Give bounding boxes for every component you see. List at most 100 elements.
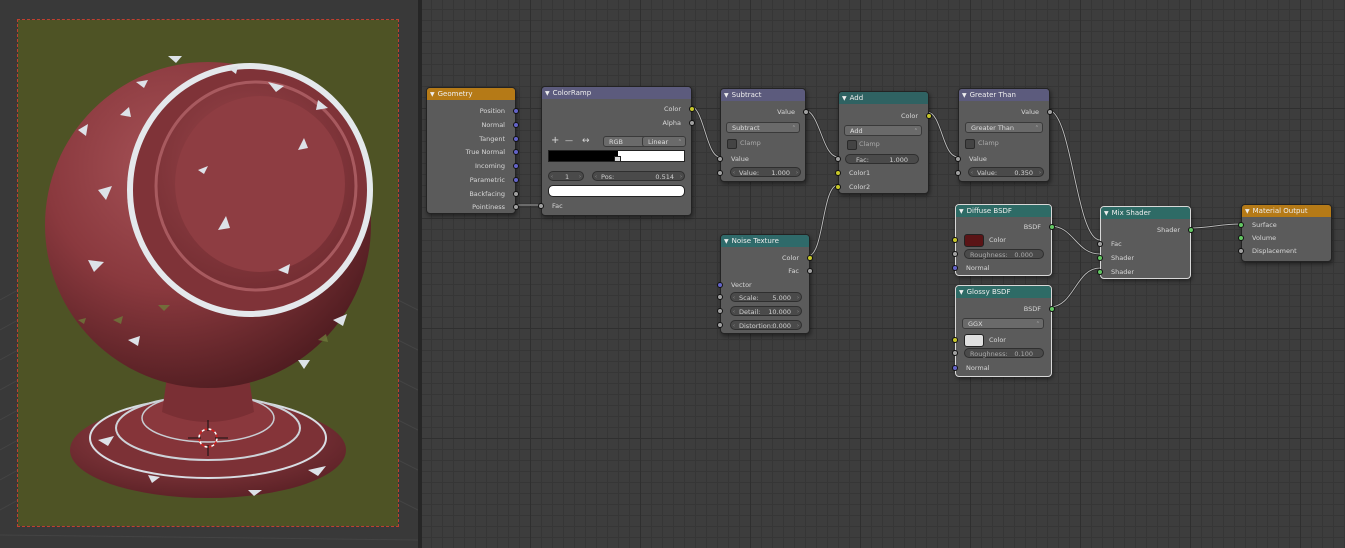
left-arrow-icon[interactable]: ‹ — [971, 168, 973, 178]
left-arrow-icon[interactable]: ‹ — [733, 321, 735, 331]
socket-color1-in[interactable] — [835, 170, 841, 176]
collapse-icon[interactable]: ▼ — [962, 90, 967, 101]
socket-normal[interactable] — [513, 122, 519, 128]
node-header[interactable]: ▼ Geometry — [427, 88, 515, 100]
node-editor[interactable]: ▼ Geometry Position Normal Tangent True N… — [422, 0, 1345, 548]
socket-value2-in[interactable] — [717, 170, 723, 176]
operation-dropdown[interactable]: Subtract ⌃ — [726, 122, 800, 133]
left-arrow-icon[interactable]: ‹ — [595, 172, 597, 182]
interpolation-dropdown[interactable]: Linear ⌃ — [642, 136, 686, 147]
collapse-icon[interactable]: ▼ — [724, 236, 729, 247]
node-header[interactable]: ▼ Mix Shader — [1101, 207, 1190, 219]
socket-shader-out[interactable] — [1188, 227, 1194, 233]
socket-roughness-in[interactable] — [952, 350, 958, 356]
socket-alpha-out[interactable] — [689, 120, 695, 126]
value-field[interactable]: ‹ Value: 0.350 › — [968, 167, 1044, 177]
socket-roughness-in[interactable] — [952, 251, 958, 257]
right-arrow-icon[interactable]: › — [797, 321, 799, 331]
socket-bsdf-out[interactable] — [1049, 306, 1055, 312]
scale-field[interactable]: ‹ Scale: 5.000 › — [730, 292, 802, 302]
left-arrow-icon[interactable]: ‹ — [551, 172, 553, 182]
socket-normal-in[interactable] — [952, 265, 958, 271]
clamp-checkbox[interactable] — [727, 139, 737, 149]
noise-texture-node[interactable]: ▼ Noise Texture Color Fac Vector ‹ Scale:… — [717, 234, 813, 334]
mix-shader-node[interactable]: ▼ Mix Shader Shader Fac Shader Shader — [1097, 206, 1194, 279]
socket-incoming[interactable] — [513, 163, 519, 169]
flip-ramp-button[interactable]: ↔ — [582, 135, 590, 147]
socket-scale-in[interactable] — [717, 294, 723, 300]
socket-vector-in[interactable] — [717, 282, 723, 288]
remove-stop-button[interactable]: — — [565, 135, 573, 147]
right-arrow-icon[interactable]: › — [797, 293, 799, 303]
value-field[interactable]: ‹ Value: 1.000 › — [730, 167, 801, 177]
fac-field[interactable]: Fac: 1.000 — [845, 154, 919, 164]
socket-true-normal[interactable] — [513, 149, 519, 155]
operation-dropdown[interactable]: Greater Than ⌃ — [965, 122, 1043, 133]
left-arrow-icon[interactable]: ‹ — [733, 168, 735, 178]
node-header[interactable]: ▼ ColorRamp — [542, 87, 691, 99]
socket-color-in[interactable] — [952, 337, 958, 343]
socket-fac-out[interactable] — [807, 268, 813, 274]
node-header[interactable]: ▼ Diffuse BSDF — [956, 205, 1051, 217]
socket-value-in[interactable] — [955, 156, 961, 162]
node-header[interactable]: ▼ Glossy BSDF — [956, 286, 1051, 298]
socket-volume-in[interactable] — [1238, 235, 1244, 241]
distortion-field[interactable]: ‹ Distortion: 0.000 › — [730, 320, 802, 330]
geometry-node[interactable]: ▼ Geometry Position Normal Tangent True N… — [426, 87, 519, 214]
socket-detail-in[interactable] — [717, 308, 723, 314]
socket-value2-in[interactable] — [955, 170, 961, 176]
node-header[interactable]: ▼ Add — [839, 92, 928, 104]
right-arrow-icon[interactable]: › — [680, 172, 682, 182]
socket-shader1-in[interactable] — [1097, 255, 1103, 261]
collapse-icon[interactable]: ▼ — [545, 88, 550, 99]
socket-color-in[interactable] — [952, 237, 958, 243]
socket-color-out[interactable] — [807, 255, 813, 261]
colorramp-node[interactable]: ▼ColorRamp Color Alpha + — ↔ RGB ⌃ Linear… — [538, 86, 695, 216]
node-header[interactable]: ▼ Greater Than — [959, 89, 1049, 101]
collapse-icon[interactable]: ▼ — [1245, 206, 1250, 217]
color-ramp-bar[interactable] — [548, 150, 685, 162]
left-arrow-icon[interactable]: ‹ — [733, 307, 735, 317]
socket-surface-in[interactable] — [1238, 222, 1244, 228]
collapse-icon[interactable]: ▼ — [430, 89, 435, 100]
socket-distortion-in[interactable] — [717, 322, 723, 328]
clamp-checkbox[interactable] — [965, 139, 975, 149]
collapse-icon[interactable]: ▼ — [842, 93, 847, 104]
collapse-icon[interactable]: ▼ — [959, 287, 964, 298]
socket-shader2-in[interactable] — [1097, 269, 1103, 275]
right-arrow-icon[interactable]: › — [579, 172, 581, 182]
color-swatch[interactable] — [964, 234, 984, 247]
socket-color-out[interactable] — [926, 113, 932, 119]
socket-value-out[interactable] — [1047, 109, 1053, 115]
socket-bsdf-out[interactable] — [1049, 224, 1055, 230]
node-header[interactable]: ▼ Noise Texture — [721, 235, 809, 247]
roughness-field[interactable]: Roughness: 0.000 — [964, 249, 1044, 259]
right-arrow-icon[interactable]: › — [797, 307, 799, 317]
collapse-icon[interactable]: ▼ — [724, 90, 729, 101]
color-swatch[interactable] — [964, 334, 984, 347]
greater-than-node[interactable]: ▼ Greater Than Value Greater Than ⌃ Clamp … — [955, 88, 1053, 182]
left-arrow-icon[interactable]: ‹ — [733, 293, 735, 303]
stop-color-swatch[interactable] — [548, 185, 685, 197]
3d-viewport[interactable] — [0, 0, 418, 548]
socket-fac-in[interactable] — [835, 156, 841, 162]
subtract-node[interactable]: ▼ Subtract Value Subtract ⌃ Clamp Value ‹ … — [717, 88, 809, 182]
detail-field[interactable]: ‹ Detail: 10.000 › — [730, 306, 802, 316]
clamp-checkbox[interactable] — [847, 140, 857, 150]
ramp-stop-handle[interactable] — [614, 156, 621, 162]
collapse-icon[interactable]: ▼ — [959, 206, 964, 217]
material-output-node[interactable]: ▼ Material Output Surface Volume Displace… — [1238, 204, 1332, 262]
socket-color-out[interactable] — [689, 106, 695, 112]
socket-tangent[interactable] — [513, 136, 519, 142]
socket-fac-in[interactable] — [538, 203, 544, 209]
blend-type-dropdown[interactable]: Add ⌃ — [844, 125, 922, 136]
socket-position[interactable] — [513, 108, 519, 114]
socket-value-in[interactable] — [717, 156, 723, 162]
socket-parametric[interactable] — [513, 177, 519, 183]
add-node[interactable]: ▼ Add Color Add ⌃ Clamp Fac: 1.000 Color1 … — [835, 91, 932, 194]
socket-pointiness[interactable] — [513, 204, 519, 210]
socket-displacement-in[interactable] — [1238, 248, 1244, 254]
glossy-bsdf-node[interactable]: ▼ Glossy BSDF BSDF GGX ⌃ Color Roughness: … — [952, 285, 1055, 377]
collapse-icon[interactable]: ▼ — [1104, 208, 1109, 219]
diffuse-bsdf-node[interactable]: ▼ Diffuse BSDF BSDF Color Roughness: 0.00… — [952, 204, 1055, 276]
